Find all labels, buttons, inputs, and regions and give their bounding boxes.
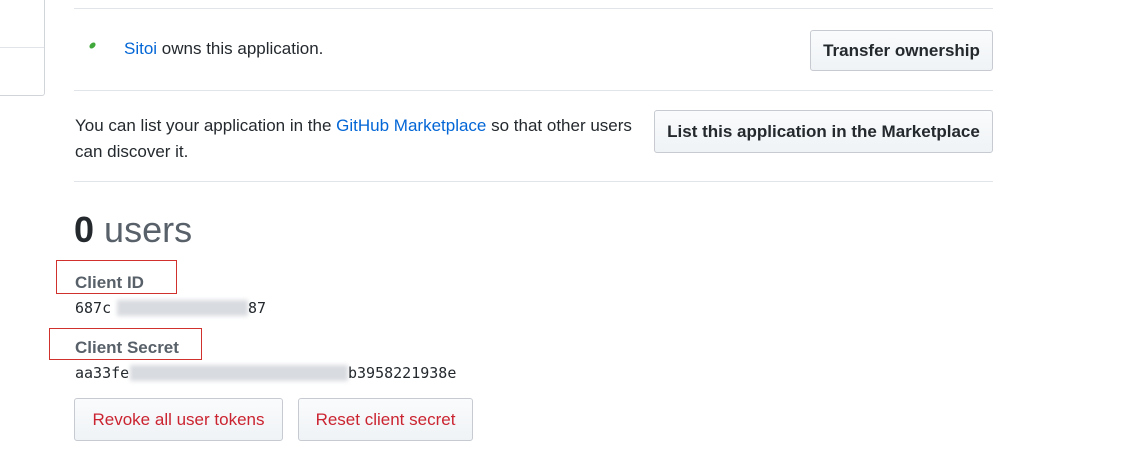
client-secret-visible-start: aa33fe — [75, 364, 130, 382]
side-panel — [0, 0, 45, 96]
github-marketplace-link[interactable]: GitHub Marketplace — [336, 116, 486, 135]
client-id-visible-start: 687c — [75, 299, 112, 317]
list-in-marketplace-button[interactable]: List this application in the Marketplace — [654, 110, 993, 153]
client-secret-highlight-box — [49, 328, 202, 360]
client-id-redaction — [117, 300, 248, 316]
divider-owner — [74, 90, 993, 91]
transfer-ownership-button[interactable]: Transfer ownership — [810, 30, 993, 71]
client-id-visible-end: 87 — [248, 299, 267, 317]
owner-link[interactable]: Sitoi — [124, 39, 157, 58]
reset-client-secret-button[interactable]: Reset client secret — [298, 398, 473, 441]
side-panel-divider — [0, 47, 44, 48]
divider-top — [74, 8, 993, 9]
marketplace-description: You can list your application in the Git… — [75, 113, 655, 165]
client-id-highlight-box — [56, 260, 177, 294]
revoke-all-user-tokens-button[interactable]: Revoke all user tokens — [74, 398, 283, 441]
client-secret-visible-end: b3958221938e — [348, 364, 457, 382]
owner-text: owns this application. — [157, 39, 324, 58]
users-count-label: users — [104, 209, 193, 250]
client-secret-redaction — [130, 365, 348, 381]
users-count-number: 0 — [74, 209, 95, 250]
owner-avatar-icon — [88, 41, 97, 50]
owner-line: Sitoi owns this application. — [124, 38, 323, 60]
marketplace-text-before: You can list your application in the — [75, 116, 337, 135]
users-count-heading: 0 users — [74, 207, 192, 253]
divider-marketplace — [74, 181, 993, 182]
